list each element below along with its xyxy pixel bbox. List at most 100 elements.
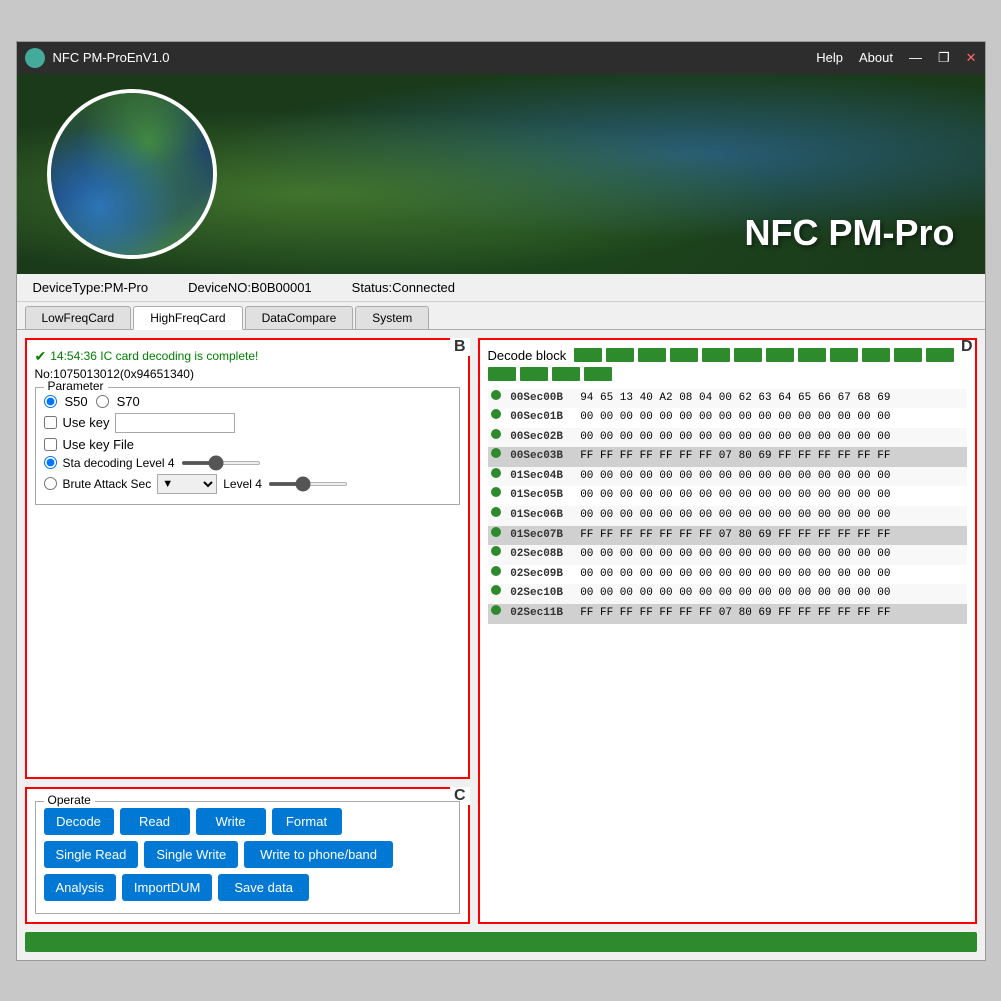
decode-button[interactable]: Decode	[44, 808, 114, 835]
minimize-button[interactable]: —	[909, 50, 922, 65]
btn-row-1: Decode Read Write Format	[44, 808, 451, 835]
checkmark-icon: ✔	[35, 348, 47, 365]
sta-decoding-radio[interactable]	[44, 456, 57, 469]
row-dot-cell	[488, 447, 508, 467]
s50-radio[interactable]	[44, 395, 57, 408]
block-10	[862, 348, 890, 362]
s50-label: S50	[65, 394, 88, 409]
format-button[interactable]: Format	[272, 808, 342, 835]
block-5	[702, 348, 730, 362]
close-button[interactable]: ✕	[966, 50, 977, 66]
table-row: 00Sec02B 00 00 00 00 00 00 00 00 00 00 0…	[488, 428, 967, 448]
panel-b-label: B	[450, 338, 470, 356]
row-indicator	[491, 585, 501, 595]
parameter-group: Parameter S50 S70 Use key Use ke	[35, 387, 460, 505]
tab-datacompare[interactable]: DataCompare	[245, 306, 354, 329]
row-dot-cell	[488, 408, 508, 428]
row-data: 00 00 00 00 00 00 00 00 00 00 00 00 00 0…	[577, 506, 966, 526]
data-table-container: 00Sec00B 94 65 13 40 A2 08 04 00 62 63 6…	[488, 389, 967, 919]
brute-attack-radio[interactable]	[44, 477, 57, 490]
row-address: 00Sec01B	[507, 408, 577, 428]
row-indicator	[491, 409, 501, 419]
row-indicator	[491, 605, 501, 615]
block-8	[798, 348, 826, 362]
left-panel: B ✔ 14:54:36 IC card decoding is complet…	[25, 338, 470, 924]
table-row: 01Sec07B FF FF FF FF FF FF FF 07 80 69 F…	[488, 526, 967, 546]
single-read-button[interactable]: Single Read	[44, 841, 139, 868]
read-button[interactable]: Read	[120, 808, 190, 835]
analysis-button[interactable]: Analysis	[44, 874, 116, 901]
card-type-row: S50 S70	[44, 394, 451, 409]
row-indicator	[491, 546, 501, 556]
row-dot-cell	[488, 467, 508, 487]
row-address: 00Sec02B	[507, 428, 577, 448]
row-data: 94 65 13 40 A2 08 04 00 62 63 64 65 66 6…	[577, 389, 966, 409]
row-dot-cell	[488, 506, 508, 526]
write-button[interactable]: Write	[196, 808, 266, 835]
single-write-button[interactable]: Single Write	[144, 841, 238, 868]
write-to-phone-button[interactable]: Write to phone/band	[244, 841, 393, 868]
panel-c: C Operate Decode Read Write Format Singl…	[25, 787, 470, 924]
sta-decoding-label: Sta decoding Level 4	[63, 456, 175, 470]
row-dot-cell	[488, 526, 508, 546]
row-indicator	[491, 527, 501, 537]
header-banner: NFC PM-Pro	[17, 74, 985, 274]
row-data: 00 00 00 00 00 00 00 00 00 00 00 00 00 0…	[577, 545, 966, 565]
btn-row-2: Single Read Single Write Write to phone/…	[44, 841, 451, 868]
panel-d: D Decode block	[478, 338, 977, 924]
sta-decoding-row: Sta decoding Level 4	[44, 456, 451, 470]
tab-system[interactable]: System	[355, 306, 429, 329]
save-data-button[interactable]: Save data	[218, 874, 309, 901]
row-address: 01Sec07B	[507, 526, 577, 546]
status-bar	[25, 932, 977, 952]
row-address: 02Sec08B	[507, 545, 577, 565]
block-11	[894, 348, 922, 362]
data-table: 00Sec00B 94 65 13 40 A2 08 04 00 62 63 6…	[488, 389, 967, 624]
brute-level-slider[interactable]	[268, 482, 348, 486]
status-message: ✔ 14:54:36 IC card decoding is complete!	[35, 348, 460, 365]
brute-attack-select[interactable]: ▼	[157, 474, 217, 494]
btn-row-3: Analysis ImportDUM Save data	[44, 874, 451, 901]
row-dot-cell	[488, 389, 508, 409]
row-address: 01Sec06B	[507, 506, 577, 526]
use-key-checkbox[interactable]	[44, 416, 57, 429]
row-data: 00 00 00 00 00 00 00 00 00 00 00 00 00 0…	[577, 408, 966, 428]
block-1	[574, 348, 602, 362]
use-key-input[interactable]	[115, 413, 235, 433]
row-dot-cell	[488, 565, 508, 585]
block-7	[766, 348, 794, 362]
row-dot-cell	[488, 545, 508, 565]
avatar-image	[51, 93, 213, 255]
about-link[interactable]: About	[859, 50, 893, 65]
use-key-file-checkbox[interactable]	[44, 438, 57, 451]
device-type: DeviceType:PM-Pro	[33, 280, 149, 295]
panel-d-label: D	[957, 338, 977, 356]
avatar	[47, 89, 217, 259]
operate-legend: Operate	[44, 793, 95, 807]
row-address: 01Sec04B	[507, 467, 577, 487]
row-address: 00Sec03B	[507, 447, 577, 467]
help-link[interactable]: Help	[816, 50, 843, 65]
use-key-file-row: Use key File	[44, 437, 451, 452]
row-dot-cell	[488, 584, 508, 604]
parameter-legend: Parameter	[44, 379, 108, 393]
row-indicator	[491, 487, 501, 497]
row-data: FF FF FF FF FF FF FF 07 80 69 FF FF FF F…	[577, 604, 966, 624]
use-key-row: Use key	[44, 413, 451, 433]
table-row: 00Sec01B 00 00 00 00 00 00 00 00 00 00 0…	[488, 408, 967, 428]
table-row: 02Sec08B 00 00 00 00 00 00 00 00 00 00 0…	[488, 545, 967, 565]
import-dump-button[interactable]: ImportDUM	[122, 874, 212, 901]
row-dot-cell	[488, 486, 508, 506]
row-data: FF FF FF FF FF FF FF 07 80 69 FF FF FF F…	[577, 447, 966, 467]
row-data: FF FF FF FF FF FF FF 07 80 69 FF FF FF F…	[577, 526, 966, 546]
maximize-button[interactable]: ❐	[938, 50, 950, 66]
tab-highfreqcard[interactable]: HighFreqCard	[133, 306, 242, 330]
tab-lowfreqcard[interactable]: LowFreqCard	[25, 306, 132, 329]
s70-radio[interactable]	[96, 395, 109, 408]
block-13	[488, 367, 516, 381]
status: Status:Connected	[352, 280, 455, 295]
main-content: B ✔ 14:54:36 IC card decoding is complet…	[17, 330, 985, 932]
sta-level-slider[interactable]	[181, 461, 261, 465]
table-row: 00Sec00B 94 65 13 40 A2 08 04 00 62 63 6…	[488, 389, 967, 409]
row-data: 00 00 00 00 00 00 00 00 00 00 00 00 00 0…	[577, 584, 966, 604]
